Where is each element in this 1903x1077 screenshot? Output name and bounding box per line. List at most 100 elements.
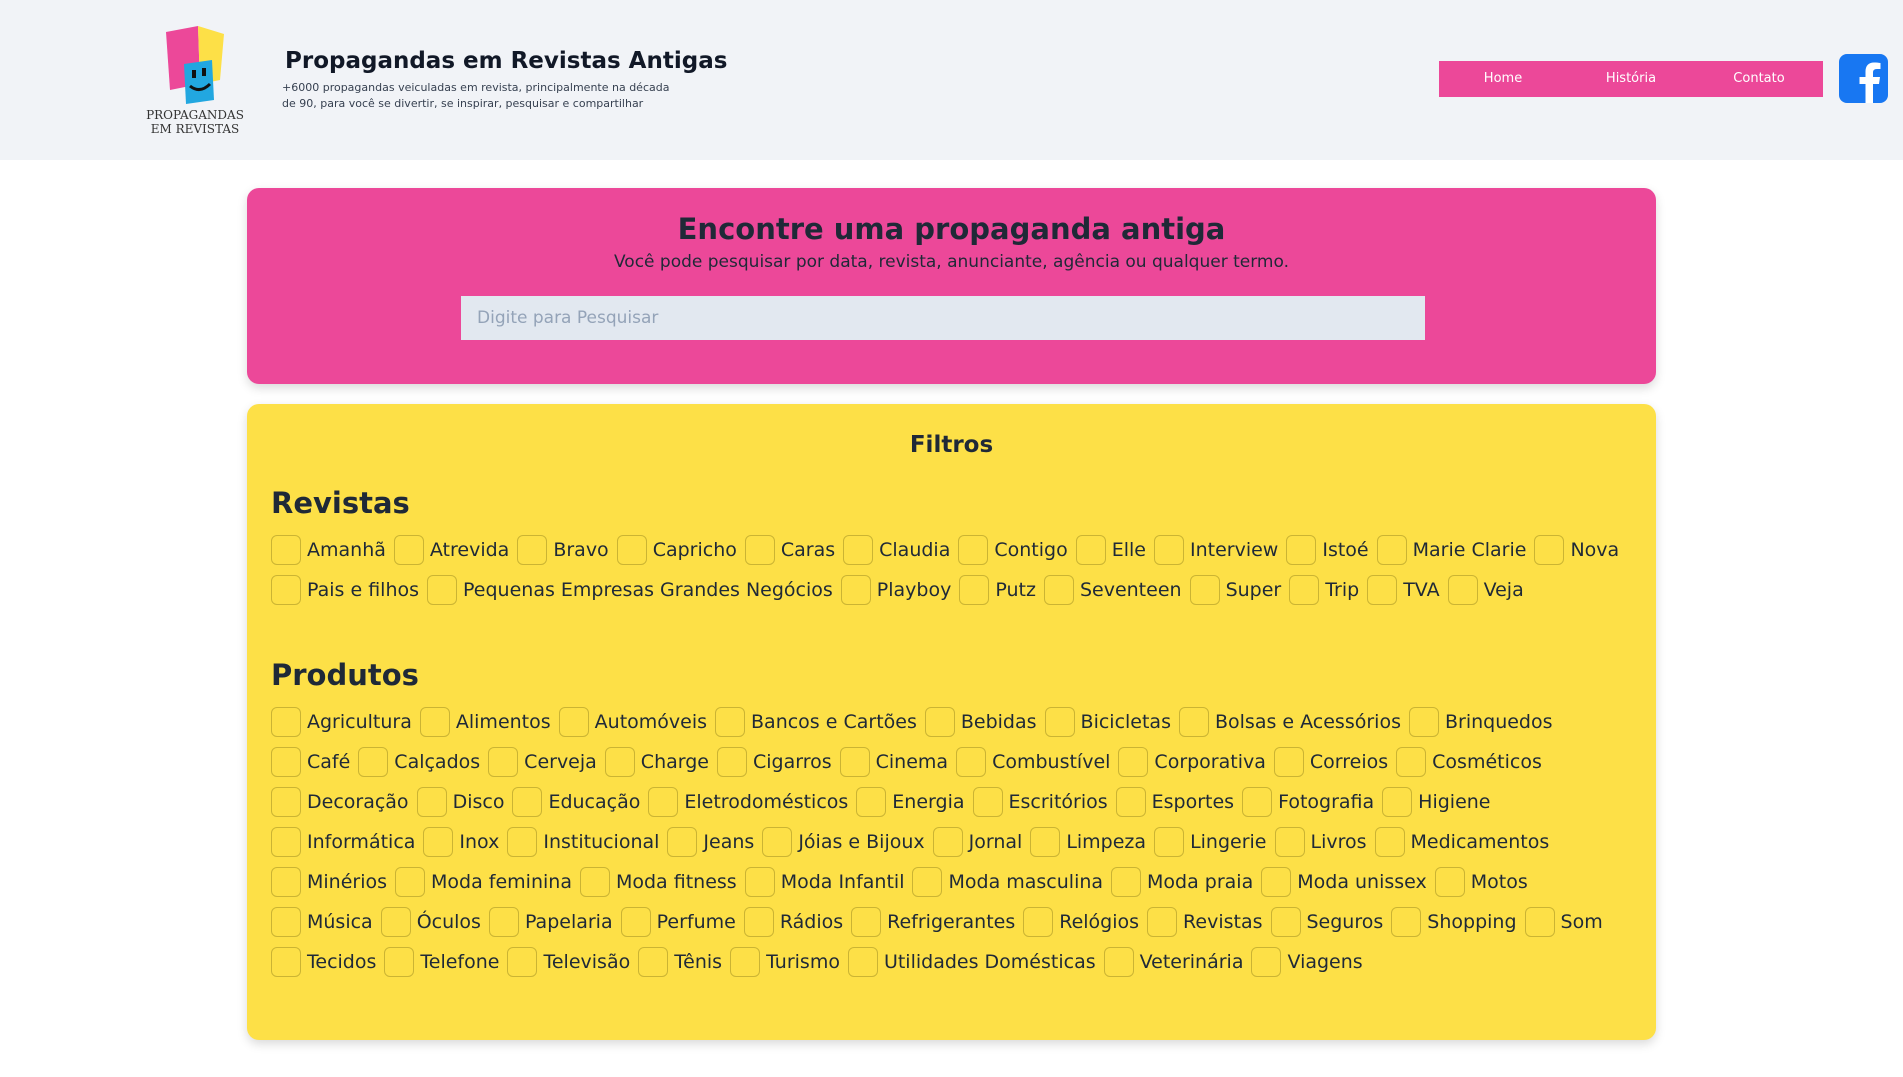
- checkbox[interactable]: [517, 535, 548, 565]
- produto-option[interactable]: Decoração: [271, 786, 409, 818]
- produto-option[interactable]: Música: [271, 906, 373, 938]
- checkbox[interactable]: [271, 535, 301, 565]
- checkbox[interactable]: [638, 947, 669, 977]
- checkbox[interactable]: [488, 907, 519, 937]
- revista-option[interactable]: Atrevida: [393, 534, 509, 566]
- checkbox[interactable]: [1075, 535, 1106, 565]
- checkbox[interactable]: [507, 827, 538, 857]
- produto-option[interactable]: Automóveis: [558, 706, 707, 738]
- checkbox[interactable]: [1178, 707, 1209, 737]
- checkbox[interactable]: [932, 827, 963, 857]
- checkbox[interactable]: [840, 575, 871, 605]
- produto-option[interactable]: Calçados: [358, 746, 480, 778]
- checkbox[interactable]: [1044, 707, 1075, 737]
- produto-option[interactable]: Brinquedos: [1408, 706, 1553, 738]
- checkbox[interactable]: [1289, 575, 1320, 605]
- produto-option[interactable]: Motos: [1434, 866, 1528, 898]
- produto-option[interactable]: Tênis: [638, 946, 722, 978]
- revista-option[interactable]: Interview: [1153, 534, 1278, 566]
- checkbox[interactable]: [416, 787, 447, 817]
- checkbox[interactable]: [1251, 947, 1282, 977]
- produto-option[interactable]: Cigarros: [716, 746, 832, 778]
- produto-option[interactable]: Som: [1524, 906, 1603, 938]
- nav-contato[interactable]: Contato: [1695, 61, 1823, 97]
- produto-option[interactable]: Medicamentos: [1374, 826, 1549, 858]
- nav-historia[interactable]: História: [1567, 61, 1695, 97]
- revista-option[interactable]: Playboy: [840, 574, 951, 606]
- nav-home[interactable]: Home: [1439, 61, 1567, 97]
- produto-option[interactable]: Educação: [512, 786, 640, 818]
- produto-option[interactable]: Tecidos: [271, 946, 376, 978]
- checkbox[interactable]: [648, 787, 679, 817]
- checkbox[interactable]: [271, 827, 301, 857]
- produto-option[interactable]: Revistas: [1147, 906, 1263, 938]
- checkbox[interactable]: [380, 907, 411, 937]
- checkbox[interactable]: [1408, 707, 1439, 737]
- produto-option[interactable]: Combustível: [956, 746, 1110, 778]
- produto-option[interactable]: Televisão: [507, 946, 630, 978]
- checkbox[interactable]: [744, 535, 775, 565]
- checkbox[interactable]: [558, 707, 589, 737]
- produto-option[interactable]: Limpeza: [1030, 826, 1146, 858]
- produto-option[interactable]: Agricultura: [271, 706, 412, 738]
- checkbox[interactable]: [271, 907, 301, 937]
- checkbox[interactable]: [667, 827, 698, 857]
- checkbox[interactable]: [1447, 575, 1478, 605]
- produto-option[interactable]: Moda Infantil: [744, 866, 904, 898]
- produto-option[interactable]: Shopping: [1391, 906, 1517, 938]
- revista-option[interactable]: Istoé: [1286, 534, 1369, 566]
- produto-option[interactable]: Perfume: [620, 906, 736, 938]
- checkbox[interactable]: [271, 867, 301, 897]
- facebook-link[interactable]: [1839, 54, 1888, 103]
- checkbox[interactable]: [1189, 575, 1220, 605]
- produto-option[interactable]: Cerveja: [488, 746, 597, 778]
- revista-option[interactable]: Pequenas Empresas Grandes Negócios: [427, 574, 833, 606]
- checkbox[interactable]: [271, 575, 301, 605]
- revista-option[interactable]: Putz: [959, 574, 1036, 606]
- produto-option[interactable]: Bolsas e Acessórios: [1178, 706, 1401, 738]
- produto-option[interactable]: Correios: [1273, 746, 1388, 778]
- checkbox[interactable]: [271, 707, 301, 737]
- produto-option[interactable]: Energia: [856, 786, 965, 818]
- produto-option[interactable]: Bicicletas: [1044, 706, 1171, 738]
- produto-option[interactable]: Óculos: [380, 906, 481, 938]
- checkbox[interactable]: [604, 747, 635, 777]
- checkbox[interactable]: [1023, 907, 1054, 937]
- checkbox[interactable]: [419, 707, 450, 737]
- produto-option[interactable]: Moda unissex: [1261, 866, 1427, 898]
- checkbox[interactable]: [1103, 947, 1134, 977]
- checkbox[interactable]: [1382, 787, 1413, 817]
- checkbox[interactable]: [1030, 827, 1061, 857]
- revista-option[interactable]: Pais e filhos: [271, 574, 419, 606]
- checkbox[interactable]: [1391, 907, 1422, 937]
- revista-option[interactable]: Caras: [744, 534, 835, 566]
- checkbox[interactable]: [395, 867, 426, 897]
- produto-option[interactable]: Escritórios: [972, 786, 1108, 818]
- checkbox[interactable]: [1147, 907, 1178, 937]
- checkbox[interactable]: [384, 947, 415, 977]
- checkbox[interactable]: [715, 707, 746, 737]
- produto-option[interactable]: Moda fitness: [579, 866, 737, 898]
- revista-option[interactable]: Trip: [1289, 574, 1359, 606]
- produto-option[interactable]: Relógios: [1023, 906, 1139, 938]
- checkbox[interactable]: [1367, 575, 1398, 605]
- checkbox[interactable]: [956, 747, 987, 777]
- produto-option[interactable]: Bancos e Cartões: [715, 706, 917, 738]
- produto-option[interactable]: Moda praia: [1111, 866, 1253, 898]
- revista-option[interactable]: TVA: [1367, 574, 1440, 606]
- produto-option[interactable]: Inox: [423, 826, 499, 858]
- produto-option[interactable]: Bebidas: [924, 706, 1037, 738]
- revista-option[interactable]: Seventeen: [1043, 574, 1182, 606]
- checkbox[interactable]: [743, 907, 774, 937]
- checkbox[interactable]: [620, 907, 651, 937]
- checkbox[interactable]: [716, 747, 747, 777]
- produto-option[interactable]: Cinema: [839, 746, 948, 778]
- checkbox[interactable]: [1524, 907, 1555, 937]
- revista-option[interactable]: Super: [1189, 574, 1281, 606]
- checkbox[interactable]: [856, 787, 887, 817]
- produto-option[interactable]: Jóias e Bijoux: [762, 826, 925, 858]
- produto-option[interactable]: Eletrodomésticos: [648, 786, 848, 818]
- checkbox[interactable]: [1111, 867, 1142, 897]
- produto-option[interactable]: Utilidades Domésticas: [847, 946, 1096, 978]
- checkbox[interactable]: [1153, 535, 1184, 565]
